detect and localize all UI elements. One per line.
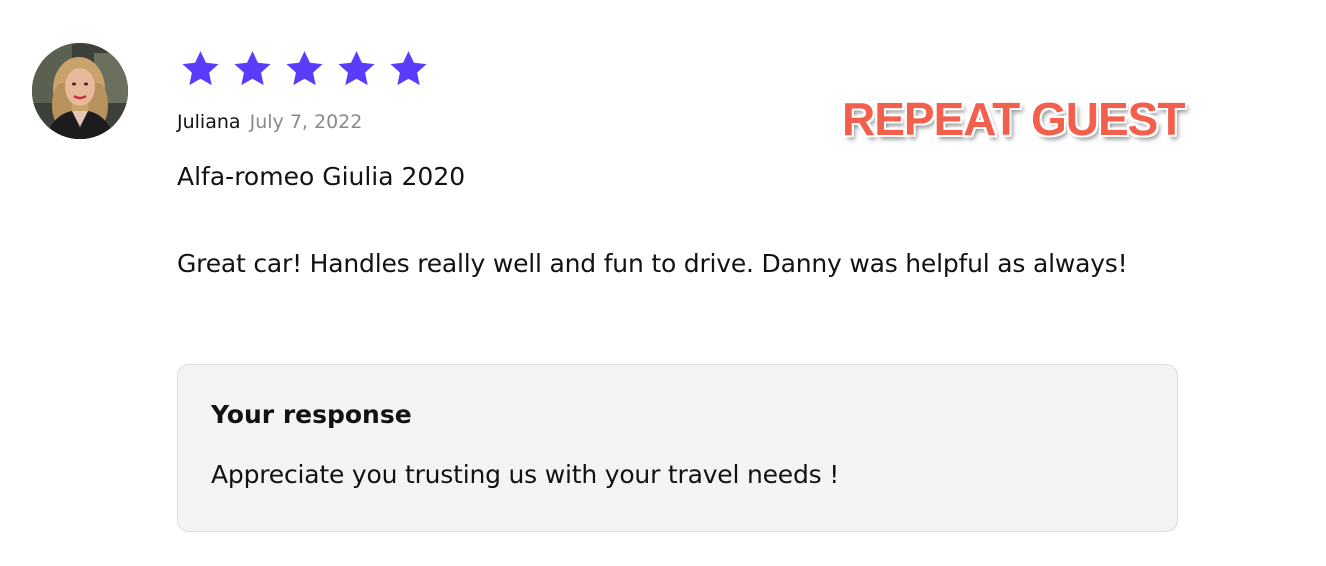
star-icon <box>230 48 275 90</box>
review-text: Great car! Handles really well and fun t… <box>177 249 1128 278</box>
response-text: Appreciate you trusting us with your tra… <box>211 460 840 489</box>
avatar-photo <box>32 43 128 139</box>
star-icon <box>178 48 223 90</box>
star-icon <box>386 48 431 90</box>
star-rating <box>178 48 431 90</box>
reviewer-avatar[interactable] <box>32 43 128 139</box>
star-icon <box>334 48 379 90</box>
reviewer-name[interactable]: Juliana <box>177 111 241 133</box>
host-response: Your response Appreciate you trusting us… <box>177 364 1178 532</box>
review-date: July 7, 2022 <box>249 111 363 133</box>
star-icon <box>282 48 327 90</box>
repeat-guest-badge: REPEAT GUEST <box>842 93 1185 145</box>
review-meta: Juliana July 7, 2022 <box>177 111 362 133</box>
vehicle-name: Alfa-romeo Giulia 2020 <box>177 162 466 191</box>
response-title: Your response <box>211 400 412 429</box>
